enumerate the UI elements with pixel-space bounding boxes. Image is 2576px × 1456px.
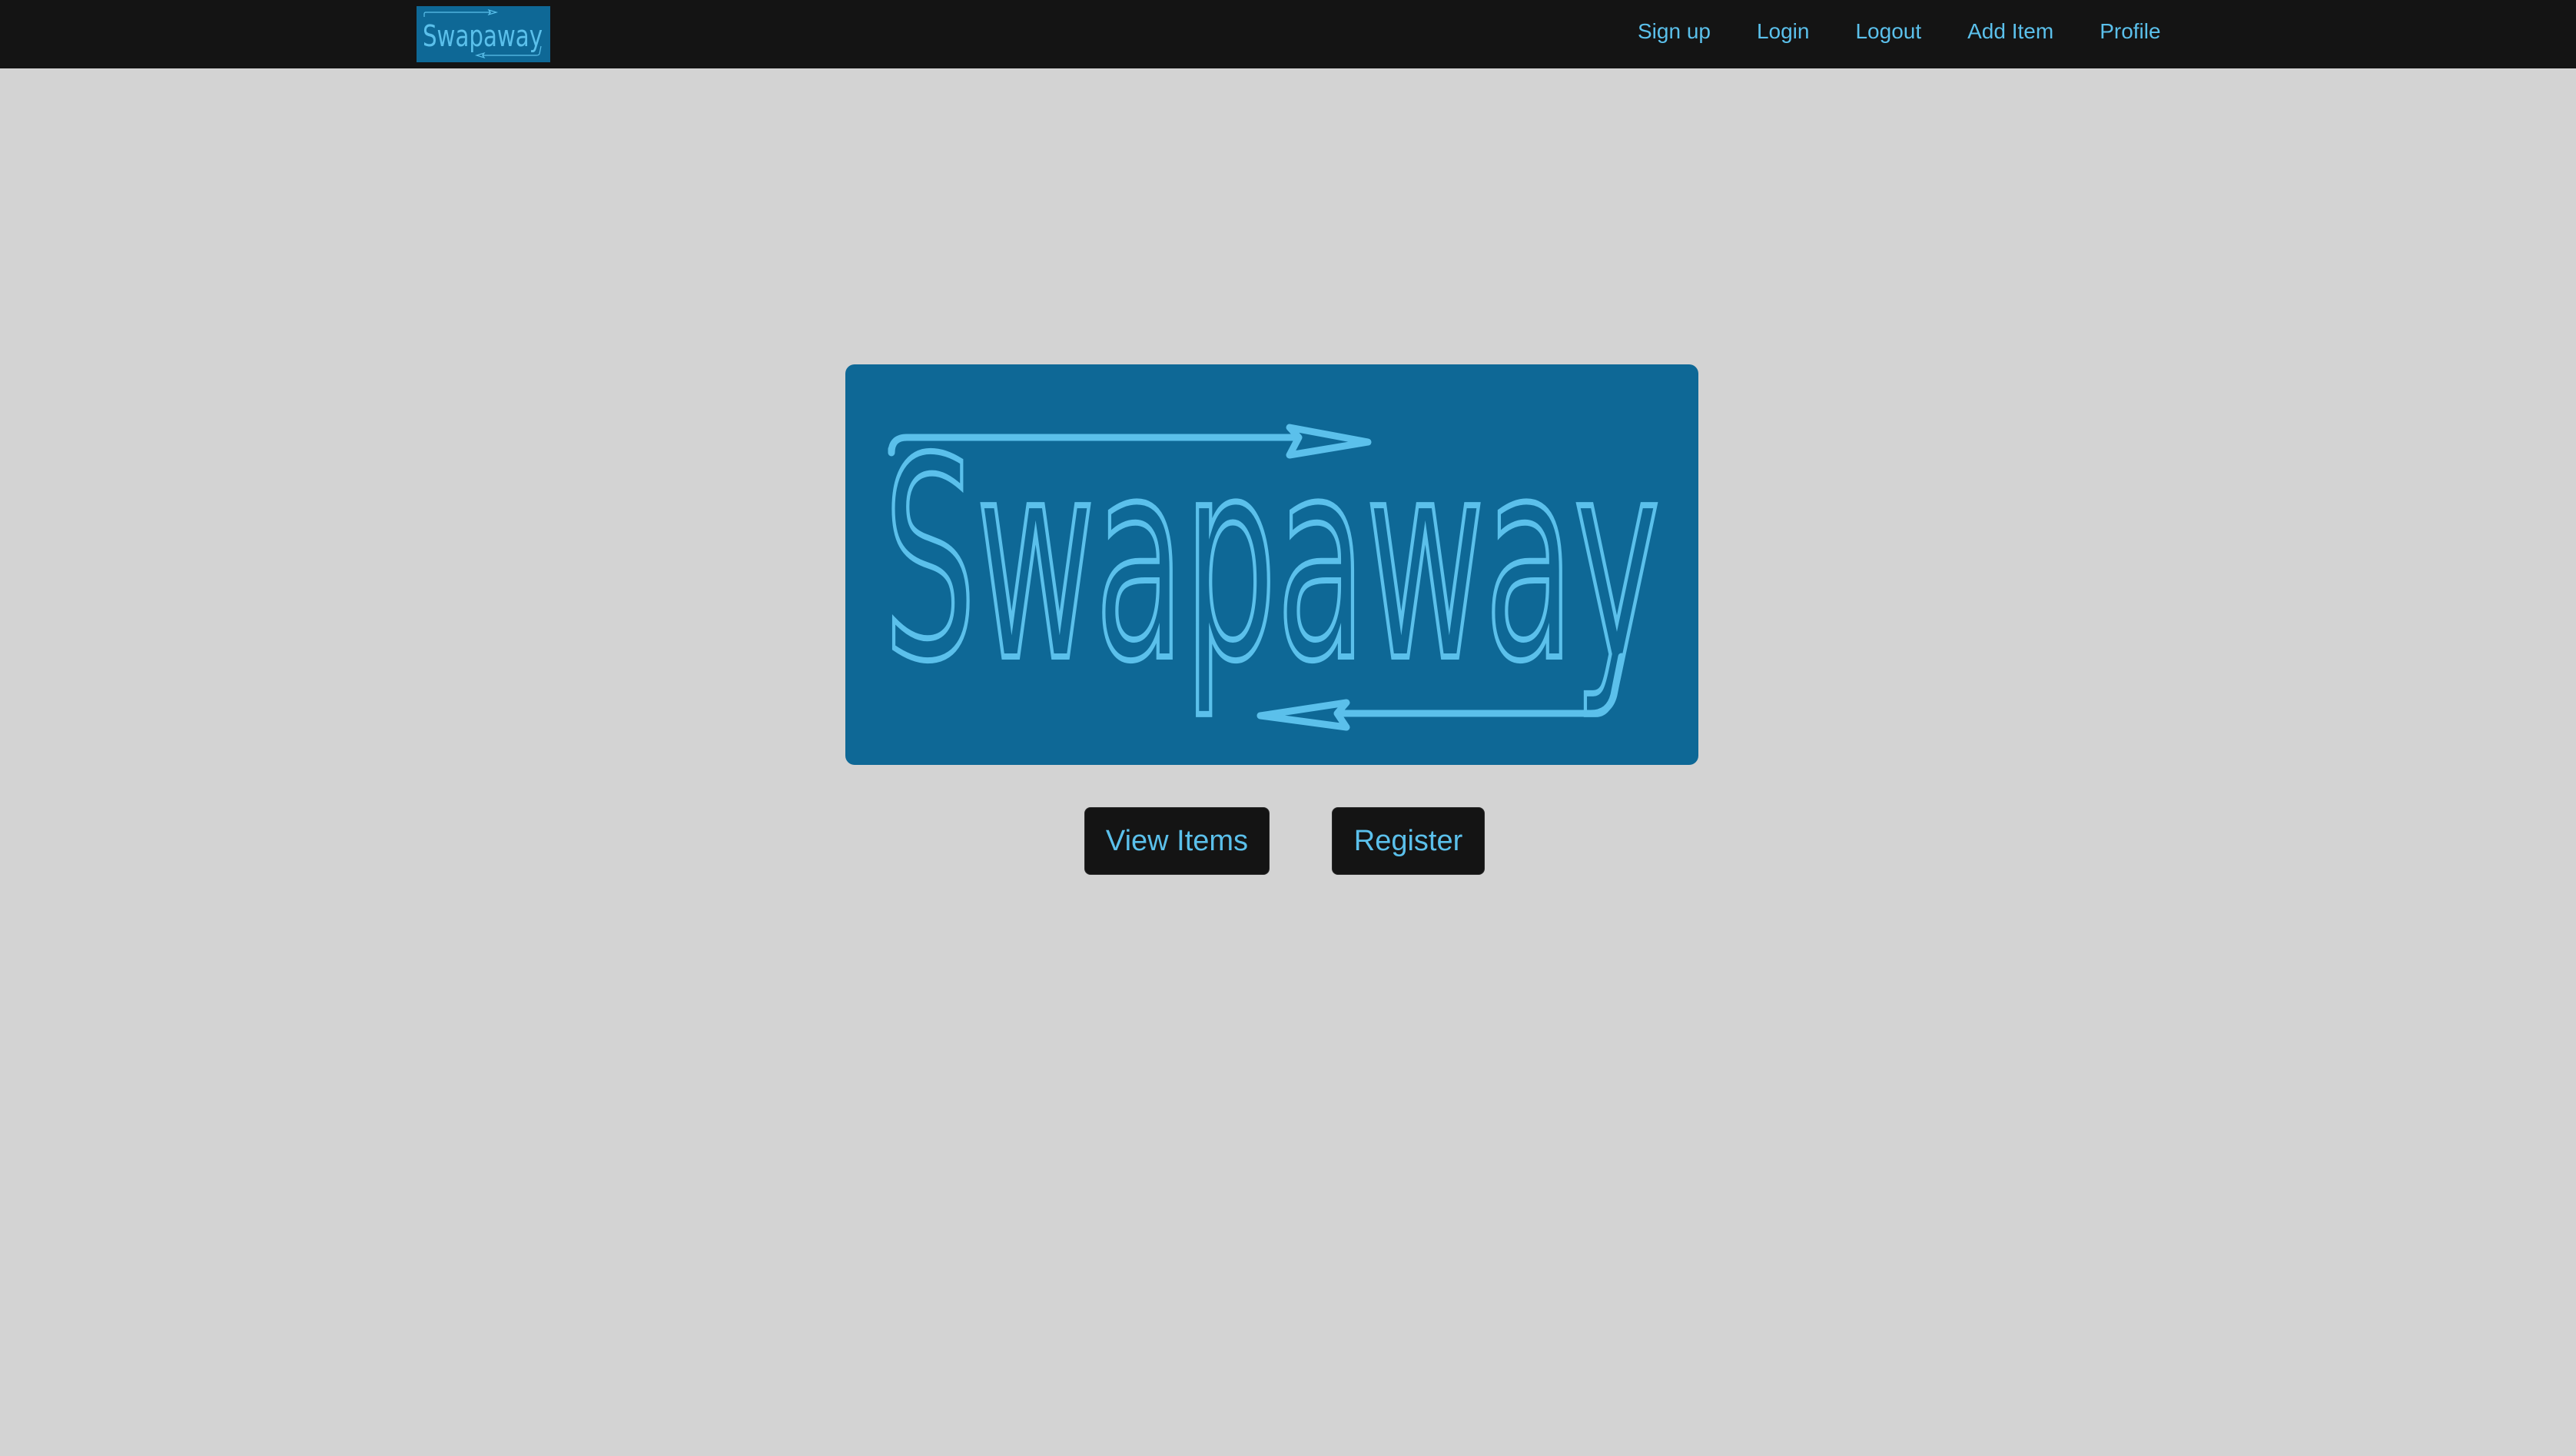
view-items-button[interactable]: View Items bbox=[1084, 807, 1270, 875]
nav-add-item-link[interactable]: Add Item bbox=[1967, 19, 2053, 44]
swap-arrows-logo-icon: Swapaway bbox=[881, 397, 1663, 731]
svg-text:Swapaway: Swapaway bbox=[423, 19, 543, 53]
nav-login-link[interactable]: Login bbox=[1757, 19, 1810, 44]
swap-arrows-logo-icon: Swapaway bbox=[423, 8, 543, 59]
top-navbar: Swapaway Sign up Login Logout Add Item P… bbox=[0, 0, 2576, 68]
nav-logout-link[interactable]: Logout bbox=[1855, 19, 1921, 44]
svg-text:Swapaway: Swapaway bbox=[884, 400, 1660, 722]
brand-logo[interactable]: Swapaway bbox=[417, 6, 550, 62]
nav-profile-link[interactable]: Profile bbox=[2100, 19, 2160, 44]
nav-links: Sign up Login Logout Add Item Profile bbox=[1614, 0, 2161, 63]
nav-sign-up-link[interactable]: Sign up bbox=[1638, 19, 1711, 44]
register-button[interactable]: Register bbox=[1332, 807, 1485, 875]
hero-logo: Swapaway bbox=[845, 364, 1698, 765]
